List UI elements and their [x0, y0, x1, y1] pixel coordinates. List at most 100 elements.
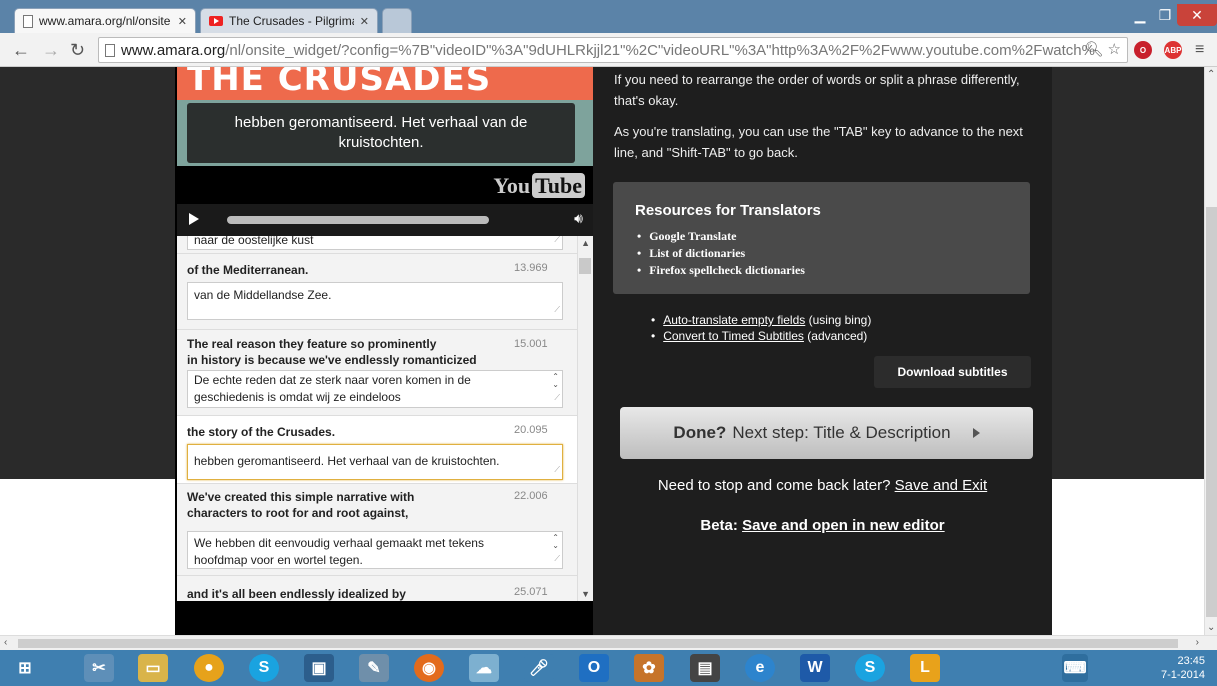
- window-close-button[interactable]: ✕: [1177, 4, 1217, 26]
- close-icon[interactable]: ✕: [178, 15, 187, 28]
- field-scroll-arrows[interactable]: ⌃ ⌄: [552, 373, 559, 389]
- resize-handle-icon[interactable]: ⟋: [554, 236, 560, 248]
- scroll-right-icon[interactable]: ›: [1196, 637, 1199, 648]
- resize-handle-icon[interactable]: ⟋: [554, 461, 560, 478]
- maximize-button[interactable]: ❐: [1153, 4, 1177, 26]
- resource-spellcheck[interactable]: Firefox spellcheck dictionaries: [637, 262, 805, 279]
- page-background-left: [0, 67, 175, 479]
- url-text: www.amara.org/nl/onsite_widget/?config=%…: [121, 41, 1095, 59]
- tool-item: Auto-translate empty fields (using bing): [651, 312, 871, 328]
- resize-handle-icon[interactable]: ⟋: [554, 389, 560, 406]
- taskbar: ⊞ ✂ ▭ ● S ▣ ✎ ◉ ☁ 🎤︎ O ✿ ▤ e W S L ⌨ 23:…: [0, 650, 1217, 686]
- microphone-icon[interactable]: 🎤︎: [524, 654, 554, 682]
- translation-text: van de Middellandse Zee.: [194, 288, 332, 302]
- translation-text: We hebben dit eenvoudig verhaal gemaakt …: [194, 536, 484, 567]
- scroll-up-icon[interactable]: ⌃: [1207, 69, 1215, 80]
- back-arrow-icon[interactable]: ←: [12, 40, 30, 61]
- scroll-down-icon[interactable]: ▼: [581, 589, 590, 599]
- network-icon[interactable]: ☁: [469, 654, 499, 682]
- skype-icon[interactable]: S: [855, 654, 885, 682]
- download-subtitles-button[interactable]: Download subtitles: [874, 356, 1031, 388]
- lync-icon[interactable]: L: [910, 654, 940, 682]
- paint-icon[interactable]: ✿: [634, 654, 664, 682]
- page: THE CRUSADES hebben geromantiseerd. Het …: [0, 67, 1204, 635]
- snipping-tool-icon[interactable]: ✂: [84, 654, 114, 682]
- resize-handle-icon[interactable]: ⟋: [554, 301, 560, 318]
- file-explorer-icon[interactable]: ▭: [138, 654, 168, 682]
- beta-label: Beta:: [700, 517, 738, 534]
- video-lower[interactable]: You Tube: [177, 166, 593, 204]
- open-new-editor-link[interactable]: Save and open in new editor: [742, 517, 945, 534]
- tab-title: www.amara.org/nl/onsite: [39, 14, 171, 28]
- timestamp: 13.969: [514, 262, 548, 274]
- progress-bar[interactable]: [227, 216, 489, 224]
- reload-icon[interactable]: ↻: [70, 40, 85, 61]
- scroll-down-icon[interactable]: ⌄: [1207, 622, 1215, 633]
- tab-amara[interactable]: www.amara.org/nl/onsite ✕: [14, 8, 196, 33]
- video-controls: 🔊︎: [177, 204, 593, 236]
- tab-youtube[interactable]: The Crusades - Pilgrimage ✕: [200, 8, 378, 33]
- page-icon: [23, 14, 33, 28]
- resource-google-translate[interactable]: Google Translate: [637, 228, 805, 245]
- url-input[interactable]: www.amara.org/nl/onsite_widget/?config=%…: [98, 37, 1128, 63]
- next-step-button[interactable]: Done? Next step: Title & Description: [620, 407, 1033, 459]
- word-icon[interactable]: W: [800, 654, 830, 682]
- page-vertical-scrollbar[interactable]: ⌃ ⌄: [1204, 67, 1217, 635]
- tab-bar: www.amara.org/nl/onsite ✕ The Crusades -…: [0, 0, 1217, 33]
- resize-handle-icon[interactable]: ⟋: [554, 550, 560, 567]
- translation-field[interactable]: naar de oostelijke kust ⟋: [187, 236, 563, 250]
- volume-icon[interactable]: 🔊︎: [574, 210, 583, 227]
- scroll-left-icon[interactable]: ‹: [4, 637, 7, 648]
- video-subtitle: hebben geromantiseerd. Het verhaal van d…: [187, 103, 575, 163]
- instructions-paragraph: As you're translating, you can use the "…: [614, 124, 1023, 160]
- skype-icon[interactable]: S: [249, 654, 279, 682]
- page-horizontal-scrollbar[interactable]: ‹ ›: [0, 635, 1217, 650]
- editor-left-panel: THE CRUSADES hebben geromantiseerd. Het …: [175, 67, 593, 635]
- keyboard-icon[interactable]: ⌨: [1062, 654, 1088, 682]
- internet-explorer-icon[interactable]: e: [745, 654, 775, 682]
- computer-icon[interactable]: ▣: [304, 654, 334, 682]
- play-icon[interactable]: [189, 213, 199, 225]
- subtitle-list: naar de oostelijke kust ⟋ of the Mediter…: [177, 236, 593, 601]
- adblock-icon[interactable]: ABP: [1164, 41, 1182, 59]
- minimize-button[interactable]: ▁: [1128, 4, 1152, 26]
- firefox-icon[interactable]: ◉: [414, 654, 444, 682]
- menu-icon[interactable]: ≡: [1195, 41, 1204, 59]
- translation-field[interactable]: van de Middellandse Zee. ⟋: [187, 282, 563, 320]
- save-and-exit-link[interactable]: Save and Exit: [895, 477, 988, 494]
- forward-arrow-icon[interactable]: →: [42, 40, 60, 61]
- translation-field[interactable]: hebben geromantiseerd. Het verhaal van d…: [187, 444, 563, 480]
- convert-timed-link[interactable]: Convert to Timed Subtitles: [663, 329, 804, 343]
- youtube-logo[interactable]: You Tube: [493, 173, 585, 199]
- video-banner-title: THE CRUSADES: [187, 67, 492, 99]
- video-frame[interactable]: hebben geromantiseerd. Het verhaal van d…: [177, 100, 593, 166]
- scroll-up-icon[interactable]: ▲: [581, 238, 590, 248]
- scrollbar-thumb[interactable]: [1206, 207, 1217, 617]
- clock-date: 7-1-2014: [1160, 669, 1205, 681]
- timestamp: 22.006: [514, 490, 548, 502]
- notepad-icon[interactable]: ✎: [359, 654, 389, 682]
- clock-time: 23:45: [1177, 655, 1205, 667]
- next-step-label: Next step: Title & Description: [732, 423, 951, 442]
- media-icon[interactable]: ▤: [690, 654, 720, 682]
- list-item: naar de oostelijke kust ⟋: [177, 236, 577, 254]
- new-tab-button[interactable]: [382, 8, 412, 33]
- subtitle-list-scrollbar[interactable]: ▲ ▼: [577, 236, 593, 601]
- opera-extension-icon[interactable]: O: [1134, 41, 1152, 59]
- youtube-icon: [209, 16, 223, 26]
- resource-dictionaries[interactable]: List of dictionaries: [637, 245, 805, 262]
- auto-translate-link[interactable]: Auto-translate empty fields: [663, 313, 805, 327]
- close-icon[interactable]: ✕: [360, 15, 369, 28]
- scrollbar-thumb[interactable]: [579, 258, 591, 274]
- scrollbar-thumb[interactable]: [18, 639, 1178, 648]
- chrome-icon[interactable]: ●: [194, 654, 224, 682]
- windows-start-icon[interactable]: ⊞: [10, 654, 40, 682]
- translation-field[interactable]: De echte reden dat ze sterk naar voren k…: [187, 370, 563, 408]
- translation-field[interactable]: We hebben dit eenvoudig verhaal gemaakt …: [187, 531, 563, 569]
- outlook-icon[interactable]: O: [579, 654, 609, 682]
- system-clock[interactable]: 23:45 7-1-2014: [1161, 654, 1205, 682]
- save-prompt: Need to stop and come back later?: [657, 477, 891, 494]
- original-text: of the Mediterranean.: [187, 263, 309, 277]
- field-scroll-arrows[interactable]: ⌃ ⌄: [552, 534, 559, 550]
- zoom-star-icons[interactable]: 🔍︎ ☆: [1084, 40, 1121, 58]
